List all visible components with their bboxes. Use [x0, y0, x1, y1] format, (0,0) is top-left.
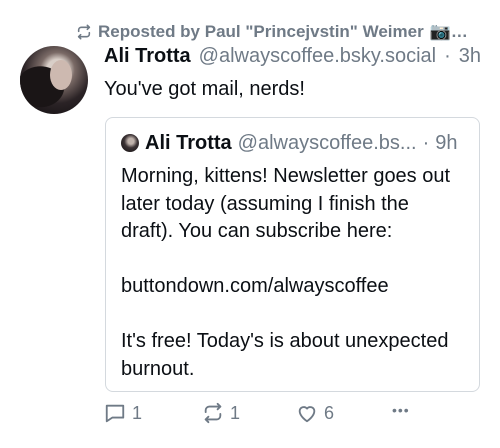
repost-icon: [204, 402, 222, 424]
quoted-author-name: Ali Trotta: [145, 131, 232, 154]
repost-icon: [77, 24, 91, 40]
post-actions: 1 1 6 •••: [104, 402, 424, 430]
repost-indicator[interactable]: Reposted by Paul "Princejvstin" Weimer 📷…: [76, 20, 476, 44]
avatar-face-shape: [50, 60, 72, 90]
like-button[interactable]: 6: [296, 402, 334, 424]
quoted-author-avatar: [121, 134, 139, 152]
post-card[interactable]: Reposted by Paul "Princejvstin" Weimer 📷…: [0, 0, 500, 448]
heart-icon: [298, 406, 316, 423]
quoted-post-header: Ali Trotta @alwayscoffee.bs... · 9h: [121, 129, 464, 157]
repost-count: 1: [230, 402, 241, 423]
author-name[interactable]: Ali Trotta: [104, 45, 191, 68]
quoted-author-handle: @alwayscoffee.bs...: [237, 131, 417, 154]
more-icon: •••: [392, 402, 410, 418]
more-options-button[interactable]: •••: [392, 402, 410, 418]
quoted-paragraph: Morning, kittens! Newsletter goes out la…: [121, 165, 451, 242]
time-separator: ·: [444, 45, 451, 67]
quoted-paragraph-link: buttondown.com/alwayscoffee: [121, 275, 389, 297]
reply-button[interactable]: 1: [104, 402, 142, 424]
quoted-post[interactable]: Ali Trotta @alwayscoffee.bs... · 9h Morn…: [105, 117, 480, 392]
reply-icon: [105, 404, 125, 423]
like-count: 6: [324, 402, 335, 423]
quoted-paragraph: It's free! Today's is about unexpected b…: [121, 330, 449, 380]
repost-button[interactable]: 1: [202, 402, 240, 424]
post-text: You've got mail, nerds!: [104, 78, 305, 100]
reply-count: 1: [132, 402, 143, 423]
author-avatar[interactable]: [20, 46, 88, 114]
repost-label-ellipsis: 📷…: [429, 22, 468, 41]
post-time[interactable]: 3h: [459, 45, 481, 68]
author-handle[interactable]: @alwayscoffee.bsky.social: [199, 45, 436, 68]
repost-label: Reposted by Paul "Princejvstin" Weimer: [98, 22, 424, 41]
quoted-post-text: Morning, kittens! Newsletter goes out la…: [121, 163, 464, 383]
quoted-time-separator: ·: [422, 131, 430, 154]
post-header: Ali Trotta @alwayscoffee.bsky.social · 3…: [104, 45, 481, 73]
quoted-post-time: 9h: [435, 131, 458, 154]
